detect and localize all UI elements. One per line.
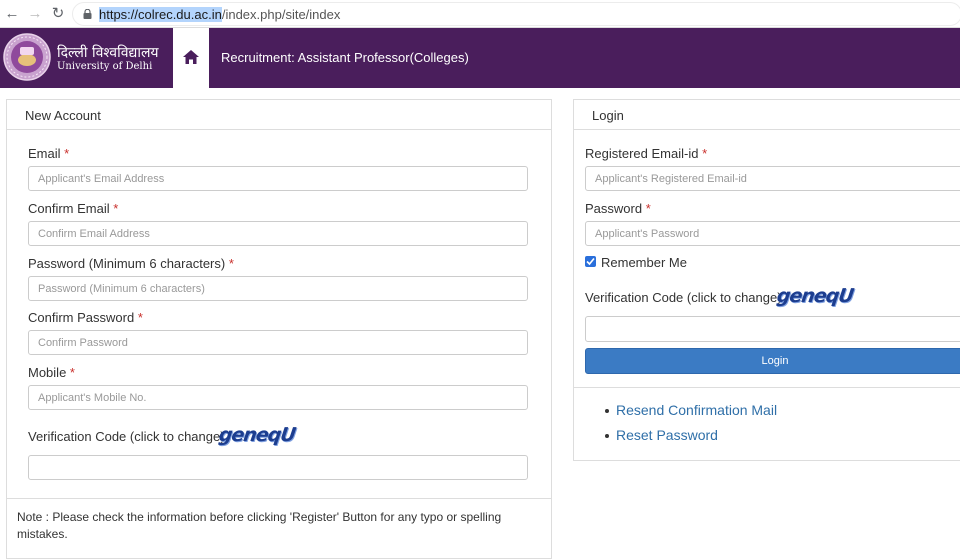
browser-toolbar: ← → ↻ https://colrec.du.ac.in/index.php/…: [0, 0, 960, 28]
home-icon: [183, 50, 199, 64]
logo-english-text: University of Delhi: [57, 61, 153, 72]
lock-icon: [83, 9, 92, 19]
panel-divider: [7, 498, 551, 499]
login-verification-label: Verification Code (click to change): [585, 290, 782, 305]
confirm-password-label: Confirm Password *: [28, 310, 143, 325]
home-tab[interactable]: [173, 28, 209, 88]
registered-email-label: Registered Email-id *: [585, 146, 708, 161]
email-input[interactable]: [28, 166, 528, 191]
password-label: Password (Minimum 6 characters) *: [28, 256, 234, 271]
login-title: Login: [592, 108, 624, 123]
confirm-email-input[interactable]: [28, 221, 528, 246]
login-password-input[interactable]: [585, 221, 960, 246]
reset-password-link[interactable]: Reset Password: [616, 427, 718, 443]
mobile-input[interactable]: [28, 385, 528, 410]
back-arrow-icon[interactable]: ←: [3, 5, 21, 23]
reload-icon[interactable]: ↻: [49, 5, 67, 23]
remember-me-checkbox[interactable]: [585, 256, 596, 267]
login-captcha-image[interactable]: geneqU: [775, 285, 854, 307]
mobile-label: Mobile *: [28, 365, 75, 380]
panel-divider: [574, 387, 960, 388]
login-email-input[interactable]: [585, 166, 960, 191]
university-seal-icon[interactable]: [3, 33, 51, 81]
url-host: https://colrec.du.ac.in: [99, 7, 222, 22]
confirm-password-input[interactable]: [28, 330, 528, 355]
verification-code-label: Verification Code (click to change): [28, 429, 225, 444]
login-button[interactable]: Login: [585, 348, 960, 374]
resend-confirmation-link[interactable]: Resend Confirmation Mail: [616, 402, 777, 418]
logo-hindi-text: दिल्ली विश्वविद्यालय: [57, 45, 159, 61]
verification-code-input[interactable]: [28, 455, 528, 480]
login-verification-input[interactable]: [585, 316, 960, 342]
register-note: Note : Please check the information befo…: [17, 510, 502, 541]
email-label: Email *: [28, 146, 70, 161]
address-bar[interactable]: https://colrec.du.ac.in/index.php/site/i…: [72, 2, 960, 26]
new-account-header: New Account: [7, 100, 551, 130]
site-header: दिल्ली विश्वविद्यालय University of Delhi: [0, 28, 960, 88]
list-bullet: [605, 409, 609, 413]
url-text: https://colrec.du.ac.in/index.php/site/i…: [99, 6, 340, 23]
url-path: /index.php/site/index: [221, 7, 341, 22]
new-account-title: New Account: [25, 108, 101, 123]
captcha-image[interactable]: geneqU: [217, 424, 296, 446]
login-header: Login: [574, 100, 960, 130]
checkmark-icon: [586, 257, 595, 266]
list-bullet: [605, 434, 609, 438]
password-input[interactable]: [28, 276, 528, 301]
forward-arrow-icon[interactable]: →: [26, 5, 44, 23]
login-password-label: Password *: [585, 201, 651, 216]
confirm-email-label: Confirm Email *: [28, 201, 119, 216]
remember-me-label: Remember Me: [601, 255, 687, 270]
page-title: Recruitment: Assistant Professor(College…: [221, 50, 469, 65]
